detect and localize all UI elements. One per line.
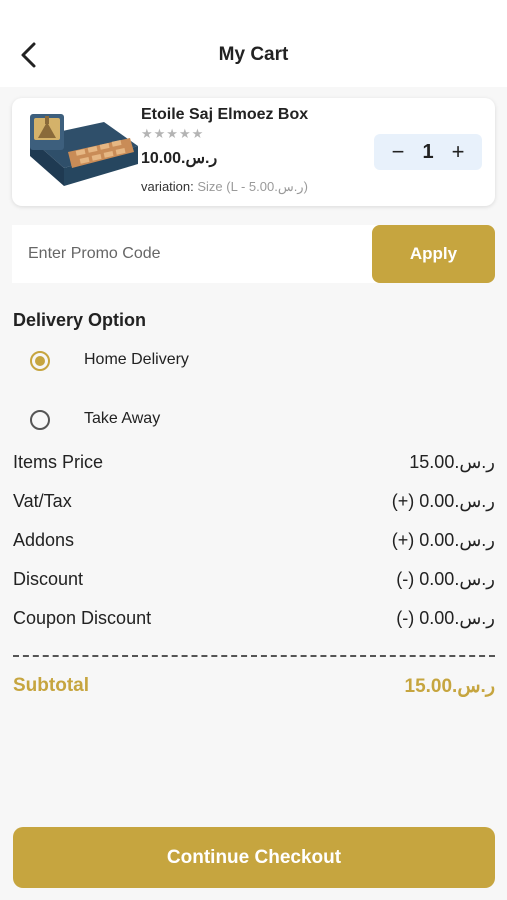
product-name: Etoile Saj Elmoez Box (141, 106, 309, 123)
summary-row-discount: Discount (-) 0.00.ر.س (13, 569, 495, 595)
product-price: 10.00.ر.س (141, 150, 218, 167)
radio-unselected-icon[interactable] (30, 410, 50, 430)
summary-label: Discount (13, 569, 84, 589)
cart-item-card: Etoile Saj Elmoez Box ★★★★★ 10.00.ر.س va… (12, 98, 495, 206)
summary-amount: (+) 0.00.ر.س (391, 491, 495, 511)
summary-row-addons: Addons (+) 0.00.ر.س (13, 530, 495, 556)
continue-checkout-button[interactable]: Continue Checkout (13, 827, 495, 888)
app-header: My Cart (0, 0, 507, 87)
summary-amount: 15.00.ر.س (409, 452, 495, 472)
subtotal-row: Subtotal 15.00.ر.س (13, 675, 495, 703)
summary-label: Addons (13, 530, 75, 550)
quantity-stepper: − 1 + (374, 134, 482, 170)
variation-label: variation: (141, 179, 194, 194)
summary-row-vat-tax: Vat/Tax (+) 0.00.ر.س (13, 491, 495, 517)
summary-row-coupon-discount: Coupon Discount (-) 0.00.ر.س (13, 608, 495, 634)
subtotal-amount: 15.00.ر.س (404, 676, 495, 697)
delivery-option-label: Home Delivery (84, 351, 189, 368)
delivery-option-title: Delivery Option (13, 310, 147, 330)
summary-label: Coupon Discount (13, 608, 152, 628)
apply-promo-button[interactable]: Apply (372, 225, 495, 283)
promo-code-input[interactable] (12, 225, 382, 283)
decrease-quantity-button[interactable]: − (382, 134, 414, 170)
quantity-value: 1 (422, 141, 434, 163)
radio-selected-icon[interactable] (30, 351, 50, 371)
summary-label: Items Price (13, 452, 104, 472)
dashed-divider (13, 655, 495, 657)
summary-label: Vat/Tax (13, 491, 72, 511)
rating-stars: ★★★★★ (141, 126, 205, 141)
page-title: My Cart (218, 44, 289, 65)
variation-value: Size (L - 5.00.ر.س) (197, 179, 308, 194)
summary-row-items-price: Items Price 15.00.ر.س (13, 452, 495, 478)
summary-amount: (-) 0.00.ر.س (396, 608, 495, 628)
summary-amount: (-) 0.00.ر.س (396, 569, 495, 589)
product-image (30, 114, 138, 186)
summary-amount: (+) 0.00.ر.س (391, 530, 495, 550)
delivery-option-label: Take Away (84, 410, 161, 427)
product-variation: variation: Size (L - 5.00.ر.س) (141, 179, 308, 195)
increase-quantity-button[interactable]: + (442, 134, 474, 170)
subtotal-label: Subtotal (13, 675, 89, 696)
